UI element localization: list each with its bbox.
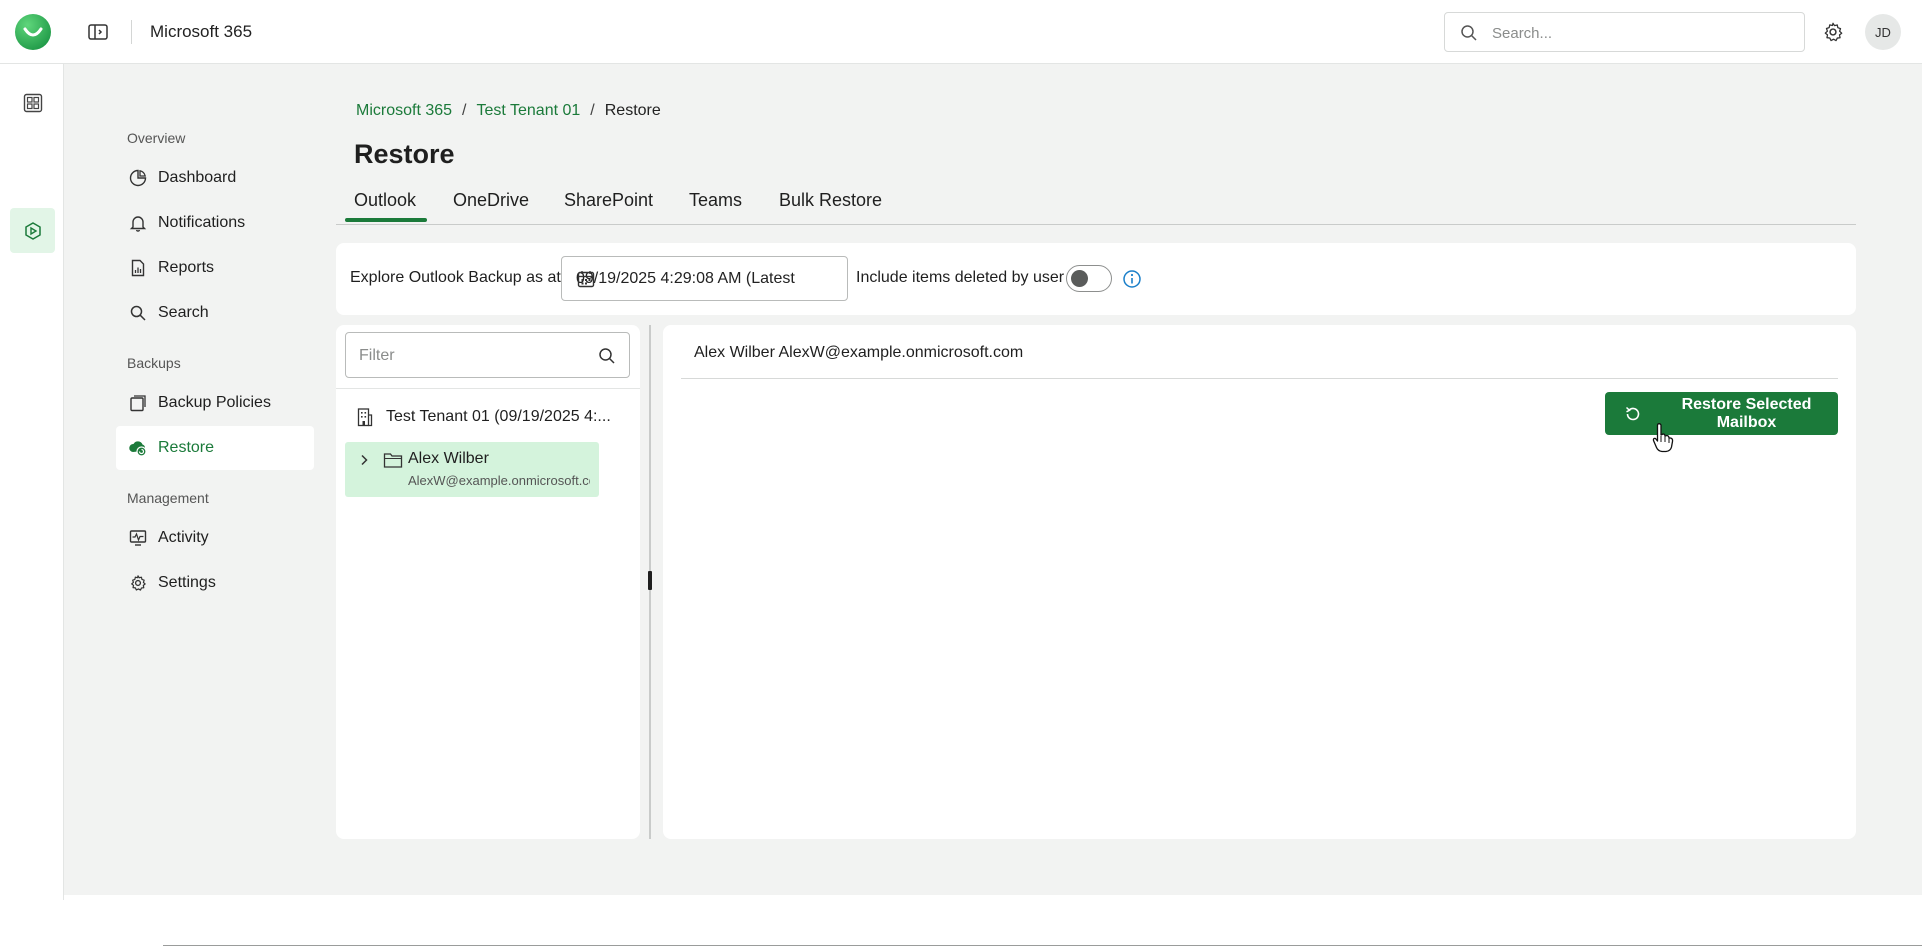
mailbox-user-email: AlexW@example.onmicrosoft.com bbox=[408, 473, 590, 488]
tab-teams[interactable]: Teams bbox=[689, 190, 742, 211]
nav-item-label: Restore bbox=[158, 439, 215, 456]
tree-divider bbox=[336, 388, 640, 389]
nav-item-settings[interactable]: Settings bbox=[116, 561, 314, 605]
policy-icon bbox=[128, 393, 148, 413]
bottom-border bbox=[163, 945, 1922, 946]
nav-item-label: Reports bbox=[158, 259, 215, 276]
info-icon[interactable] bbox=[1122, 269, 1142, 289]
global-search[interactable] bbox=[1444, 12, 1805, 52]
breadcrumb-link-m365[interactable]: Microsoft 365 bbox=[356, 102, 452, 120]
app-title: Microsoft 365 bbox=[150, 22, 253, 41]
nav-section-management: Management bbox=[127, 490, 209, 506]
nav-item-backup-policies[interactable]: Backup Policies bbox=[116, 381, 314, 425]
nav-item-restore[interactable]: Restore bbox=[116, 426, 314, 470]
header-divider bbox=[131, 20, 132, 44]
dashboard-icon bbox=[128, 168, 148, 188]
activity-icon bbox=[128, 528, 148, 548]
include-deleted-toggle[interactable] bbox=[1066, 265, 1112, 292]
nav-item-label: Search bbox=[158, 304, 209, 321]
building-icon bbox=[356, 407, 374, 427]
tree-filter[interactable] bbox=[345, 332, 630, 378]
page-title: Restore bbox=[354, 139, 455, 169]
breadcrumb-separator: / bbox=[462, 102, 467, 119]
tab-onedrive[interactable]: OneDrive bbox=[453, 190, 529, 211]
tenant-node[interactable]: Test Tenant 01 (09/19/2025 4:... bbox=[356, 404, 611, 430]
nav-item-label: Activity bbox=[158, 529, 209, 546]
mailbox-content-panel: Alex Wilber AlexW@example.onmicrosoft.co… bbox=[663, 325, 1856, 839]
mailbox-user-name: Alex Wilber bbox=[408, 450, 489, 467]
content-divider bbox=[681, 378, 1838, 379]
tab-bulk-restore[interactable]: Bulk Restore bbox=[779, 190, 882, 211]
sidebar-toggle-icon[interactable] bbox=[86, 21, 110, 43]
nav-item-reports[interactable]: Reports bbox=[116, 246, 314, 290]
breadcrumb: Microsoft 365 / Test Tenant 01 / Restore bbox=[356, 102, 661, 120]
search-icon[interactable] bbox=[597, 346, 617, 366]
backup-date-value: 09/19/2025 4:29:08 AM (Latest bbox=[576, 270, 795, 287]
search-input[interactable] bbox=[1492, 21, 1792, 45]
mailbox-tree-panel: Test Tenant 01 (09/19/2025 4:... Alex Wi… bbox=[336, 325, 640, 839]
splitter-handle[interactable] bbox=[648, 571, 652, 590]
tab-bar: Outlook OneDrive SharePoint Teams Bulk R… bbox=[336, 180, 1856, 225]
nav-item-notifications[interactable]: Notifications bbox=[116, 201, 314, 245]
folder-icon bbox=[383, 451, 403, 469]
nav-item-label: Notifications bbox=[158, 214, 246, 231]
bell-icon bbox=[128, 213, 148, 233]
breadcrumb-separator: / bbox=[590, 102, 595, 119]
search-icon bbox=[128, 303, 148, 323]
active-tab-indicator bbox=[345, 218, 427, 222]
restore-icon bbox=[1623, 404, 1643, 424]
app-logo-icon[interactable] bbox=[15, 14, 51, 50]
nav-section-backups: Backups bbox=[127, 355, 181, 371]
toggle-knob bbox=[1071, 270, 1088, 287]
nav-item-search[interactable]: Search bbox=[116, 291, 314, 335]
backup-date-picker[interactable]: 09/19/2025 4:29:08 AM (Latest bbox=[561, 256, 848, 301]
tenant-label: Test Tenant 01 (09/19/2025 4:... bbox=[386, 408, 611, 425]
apps-grid-icon[interactable] bbox=[10, 80, 55, 125]
cloud-restore-icon bbox=[128, 438, 148, 458]
calendar-icon[interactable] bbox=[576, 269, 596, 289]
m365-product-icon[interactable] bbox=[10, 208, 55, 253]
nav-item-label: Settings bbox=[158, 574, 216, 591]
explore-label: Explore Outlook Backup as at bbox=[350, 269, 561, 286]
nav-item-activity[interactable]: Activity bbox=[116, 516, 314, 560]
filter-input[interactable] bbox=[359, 345, 579, 367]
top-bar: Microsoft 365 JD bbox=[0, 0, 1922, 64]
gear-icon bbox=[128, 573, 148, 593]
breadcrumb-link-tenant[interactable]: Test Tenant 01 bbox=[477, 102, 581, 120]
breadcrumb-current: Restore bbox=[604, 102, 661, 119]
tab-outlook[interactable]: Outlook bbox=[354, 190, 416, 211]
nav-section-overview: Overview bbox=[127, 130, 186, 146]
restore-selected-mailbox-button[interactable]: Restore Selected Mailbox bbox=[1605, 392, 1838, 435]
report-icon bbox=[128, 258, 148, 278]
search-icon bbox=[1459, 23, 1479, 43]
nav-item-label: Dashboard bbox=[158, 169, 237, 186]
explore-toolbar: Explore Outlook Backup as at 09/19/2025 … bbox=[336, 243, 1856, 315]
nav-item-dashboard[interactable]: Dashboard bbox=[116, 156, 314, 200]
tab-sharepoint[interactable]: SharePoint bbox=[564, 190, 653, 211]
settings-gear-icon[interactable] bbox=[1820, 19, 1846, 45]
user-avatar[interactable]: JD bbox=[1865, 14, 1901, 50]
include-deleted-label: Include items deleted by user bbox=[856, 269, 1065, 286]
hand-pointer-cursor-icon bbox=[1650, 422, 1676, 454]
mailbox-header: Alex Wilber AlexW@example.onmicrosoft.co… bbox=[694, 344, 1024, 361]
nav-item-label: Backup Policies bbox=[158, 394, 271, 411]
mailbox-node-selected[interactable]: Alex Wilber AlexW@example.onmicrosoft.co… bbox=[345, 442, 599, 497]
restore-button-label: Restore Selected Mailbox bbox=[1681, 395, 1812, 431]
chevron-right-icon[interactable] bbox=[357, 453, 371, 467]
left-rail bbox=[0, 64, 64, 900]
